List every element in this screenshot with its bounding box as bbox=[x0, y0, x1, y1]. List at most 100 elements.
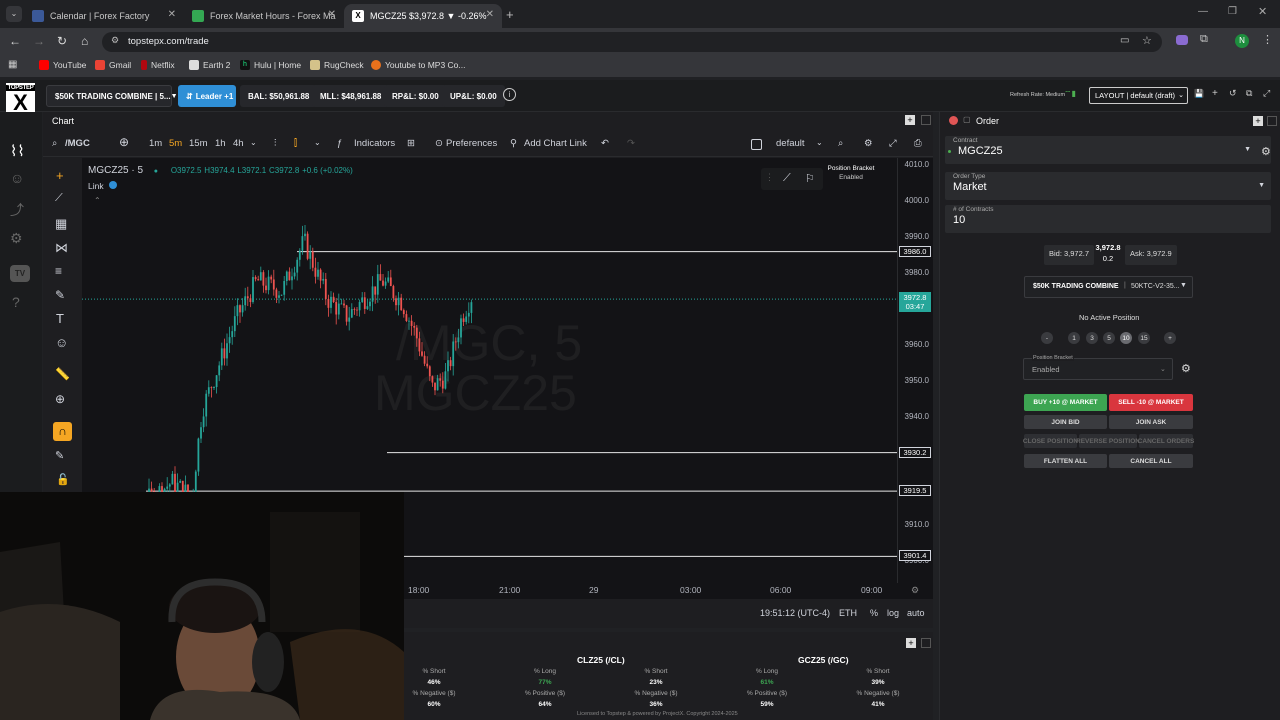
axis-settings-icon[interactable]: ⚙ bbox=[911, 585, 919, 596]
info-icon[interactable]: i bbox=[503, 88, 516, 101]
text-tool-icon[interactable]: T bbox=[56, 311, 64, 326]
reload-icon[interactable]: ↻ bbox=[57, 34, 67, 48]
zoom-in-icon[interactable]: ⊕ bbox=[55, 392, 65, 406]
template-selector[interactable]: default bbox=[776, 138, 805, 149]
order-drag-icon[interactable]: ▢ bbox=[963, 115, 971, 124]
candle-style-icon[interactable]: ⫿ bbox=[294, 138, 297, 149]
sell-market-button[interactable]: SELL -10 @ MARKET bbox=[1109, 394, 1193, 411]
template-checkbox[interactable] bbox=[751, 139, 762, 150]
reset-layout-icon[interactable]: ↺ bbox=[1229, 88, 1237, 99]
forward-icon[interactable]: → bbox=[33, 34, 45, 48]
pattern-tool-icon[interactable]: ⋈ bbox=[55, 240, 68, 256]
chevron-down-icon[interactable]: ⌄ bbox=[314, 138, 321, 147]
community-icon[interactable]: ☺ bbox=[10, 170, 24, 186]
indicators-button[interactable]: Indicators bbox=[354, 138, 395, 149]
price-level-tag[interactable]: 3901.4 bbox=[899, 550, 931, 562]
fib-tool-icon[interactable]: ▦ bbox=[55, 216, 67, 232]
projection-tool-icon[interactable]: ≡ bbox=[55, 264, 62, 278]
preferences-button[interactable]: Preferences bbox=[446, 138, 497, 149]
join-ask-button[interactable]: JOIN ASK bbox=[1109, 415, 1193, 429]
redo-icon[interactable]: ↷ bbox=[627, 138, 635, 149]
bid-price[interactable]: Bid: 3,972.7 bbox=[1044, 245, 1095, 265]
add-panel-icon[interactable]: + bbox=[906, 638, 916, 648]
bracket-settings-icon[interactable]: ⚙ bbox=[1181, 362, 1191, 375]
log-scale-toggle[interactable]: log bbox=[887, 608, 899, 618]
bar-style-icon[interactable]: ⫶ bbox=[274, 138, 276, 149]
time-axis[interactable]: ⚙ 18:00 21:00 29 03:00 06:00 09:00 bbox=[404, 583, 933, 599]
timeframe-15m[interactable]: 15m bbox=[189, 138, 207, 149]
bookmark-youtube-mp3[interactable]: Youtube to MP3 Co... bbox=[371, 60, 466, 70]
indicators-icon[interactable]: ƒ bbox=[337, 138, 342, 149]
stats-icon[interactable]: ⤴ bbox=[10, 200, 24, 220]
browser-tab-forex-factory[interactable]: Calendar | Forex Factory ✕ bbox=[24, 4, 184, 28]
compare-symbol-icon[interactable]: ⊕ bbox=[119, 135, 129, 149]
chevron-down-icon[interactable]: ⌄ bbox=[250, 138, 257, 147]
bookmark-star-icon[interactable]: ☆ bbox=[1142, 34, 1152, 47]
site-info-icon[interactable]: ⚙ bbox=[111, 35, 119, 46]
quantity-preset-button[interactable]: 15 bbox=[1138, 332, 1150, 344]
cancel-orders-button[interactable]: CANCEL ORDERS bbox=[1138, 434, 1194, 448]
emoji-tool-icon[interactable]: ☺ bbox=[55, 335, 68, 350]
unlock-icon[interactable]: 🔓 bbox=[56, 473, 70, 486]
flatten-all-button[interactable]: FLATTEN ALL bbox=[1024, 454, 1107, 468]
extensions-puzzle-icon[interactable]: ⧉ bbox=[1200, 33, 1208, 46]
ruler-icon[interactable]: 📏 bbox=[55, 367, 70, 381]
add-panel-icon[interactable]: + bbox=[905, 115, 915, 125]
ask-price[interactable]: Ask: 3,972.9 bbox=[1125, 245, 1177, 265]
popout-icon[interactable]: ⧉ bbox=[1246, 88, 1252, 99]
timeframe-1m[interactable]: 1m bbox=[149, 138, 162, 149]
trend-line-icon[interactable]: ⟋ bbox=[55, 192, 63, 205]
reverse-position-button[interactable]: REVERSE POSITION bbox=[1076, 434, 1140, 448]
timeframe-4h[interactable]: 4h bbox=[233, 138, 244, 149]
contract-settings-icon[interactable]: ⚙ bbox=[1261, 145, 1271, 158]
price-level-tag[interactable]: 3919.5 bbox=[899, 485, 931, 497]
join-bid-button[interactable]: JOIN BID bbox=[1024, 415, 1107, 429]
close-tab-icon[interactable]: ✕ bbox=[328, 9, 336, 20]
install-app-icon[interactable]: ▭ bbox=[1120, 35, 1129, 46]
close-tab-icon[interactable]: ✕ bbox=[168, 9, 176, 20]
screenshot-camera-icon[interactable]: ⎙ bbox=[914, 138, 922, 149]
magnet-icon[interactable]: ∩ bbox=[53, 422, 72, 441]
price-level-tag[interactable]: 3930.2 bbox=[899, 446, 931, 458]
panel-maximize-icon[interactable] bbox=[921, 115, 931, 125]
buy-market-button[interactable]: BUY +10 @ MARKET bbox=[1024, 394, 1107, 411]
bookmark-earth2[interactable]: Earth 2 bbox=[189, 60, 230, 70]
home-icon[interactable]: ⌂ bbox=[81, 34, 88, 48]
fullscreen-icon[interactable]: ⤢ bbox=[1263, 88, 1270, 99]
contract-selector[interactable]: Contract MGCZ25 ▼ bbox=[945, 136, 1271, 164]
price-axis[interactable]: 4010.04000.03990.03980.03970.03960.03950… bbox=[897, 158, 933, 583]
settings-icon[interactable]: ⚙ bbox=[10, 230, 23, 247]
quantity-preset-button[interactable]: + bbox=[1164, 332, 1176, 344]
quantity-preset-button[interactable]: 3 bbox=[1086, 332, 1098, 344]
quantity-preset-button[interactable]: 10 bbox=[1120, 332, 1132, 344]
close-position-button[interactable]: CLOSE POSITION bbox=[1023, 434, 1078, 448]
timeframe-1h[interactable]: 1h bbox=[215, 138, 226, 149]
maximize-window-icon[interactable]: ❐ bbox=[1228, 6, 1237, 17]
add-panel-icon[interactable]: + bbox=[1253, 116, 1263, 126]
crosshair-icon[interactable]: + bbox=[56, 168, 64, 183]
new-tab-button[interactable]: + bbox=[506, 7, 514, 22]
back-icon[interactable]: ← bbox=[9, 34, 21, 48]
zoom-search-icon[interactable]: ⌕ bbox=[838, 138, 843, 149]
trading-account-selector[interactable]: $50K TRADING COMBINE | 50KTC-V2-35... ▼ bbox=[1024, 276, 1193, 298]
add-widget-icon[interactable]: + bbox=[1212, 88, 1218, 99]
bookmark-rugcheck[interactable]: RugCheck bbox=[310, 60, 364, 70]
price-level-tag[interactable]: 3986.0 bbox=[899, 245, 931, 257]
save-layout-icon[interactable]: 💾 bbox=[1194, 89, 1204, 98]
preferences-icon[interactable]: ⊙ bbox=[435, 138, 443, 149]
cancel-all-button[interactable]: CANCEL ALL bbox=[1109, 454, 1193, 468]
link-icon[interactable]: ⚲ bbox=[510, 138, 517, 149]
help-icon[interactable]: ? bbox=[12, 294, 20, 310]
layout-selector[interactable]: LAYOUT | default (draft) ⌄ bbox=[1089, 87, 1188, 104]
undo-icon[interactable]: ↶ bbox=[601, 138, 609, 149]
close-window-icon[interactable]: ✕ bbox=[1258, 5, 1267, 18]
quantity-preset-button[interactable]: 1 bbox=[1068, 332, 1080, 344]
session-toggle[interactable]: ETH bbox=[839, 608, 857, 618]
apps-grid-icon[interactable]: ▦ bbox=[8, 59, 17, 70]
minimize-window-icon[interactable]: — bbox=[1198, 6, 1208, 17]
browser-tab-topstepx[interactable]: X MGCZ25 $3,972.8 ▼ -0.26% ✕ bbox=[344, 4, 502, 28]
profile-avatar[interactable]: N bbox=[1235, 34, 1249, 48]
search-icon[interactable]: ⌕ bbox=[52, 138, 57, 149]
bookmark-netflix[interactable]: Netflix bbox=[141, 60, 175, 70]
timeframe-5m[interactable]: 5m bbox=[169, 138, 182, 149]
